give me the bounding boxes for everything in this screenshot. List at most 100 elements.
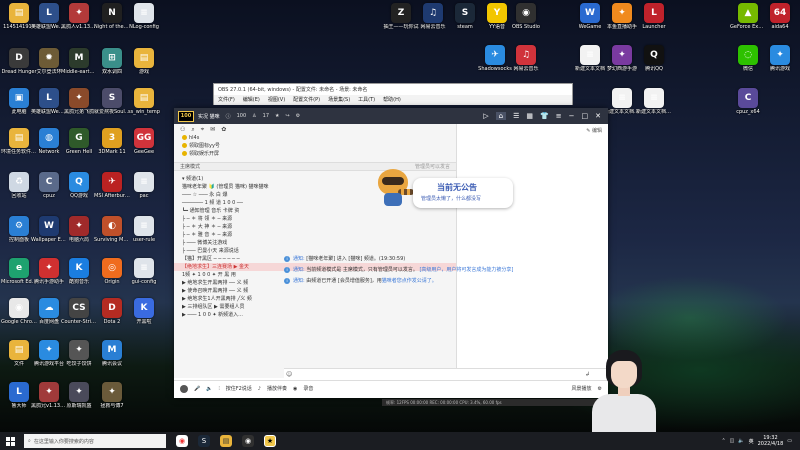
notification-icon[interactable]: ▭ bbox=[787, 438, 792, 444]
tray-expand-icon[interactable]: ⌃ bbox=[721, 438, 725, 444]
desktop-icon[interactable]: K 酷狗音乐 bbox=[61, 258, 97, 285]
desktop-icon[interactable]: ≡ pac bbox=[126, 172, 162, 199]
desktop-icon[interactable]: ♫ 网易云音乐 bbox=[415, 3, 451, 30]
list-icon[interactable]: ☰ bbox=[513, 112, 519, 120]
user-icon[interactable]: ⚇ bbox=[180, 126, 185, 133]
menu-icon[interactable]: ≡ bbox=[556, 112, 562, 120]
channel-item[interactable]: ├ ─── 微博关注游戏 bbox=[174, 239, 456, 247]
obs-taskbar-icon[interactable]: ◉ bbox=[242, 435, 254, 447]
network-icon[interactable]: ◫ bbox=[730, 438, 735, 444]
explorer-taskbar-icon[interactable]: ▤ bbox=[220, 435, 232, 447]
desktop-icon[interactable]: GG GeeGee bbox=[126, 128, 162, 155]
desktop-icon[interactable]: ≡ NLog-config bbox=[126, 3, 162, 30]
desktop-icon[interactable]: ◌ 微信 bbox=[730, 45, 766, 72]
tiles-icon[interactable]: ▦ bbox=[526, 112, 533, 120]
desktop-icon[interactable]: M 腾讯会议 bbox=[94, 340, 130, 367]
obs-menu-profile[interactable]: 配置文件(P) bbox=[293, 96, 320, 104]
avatar[interactable] bbox=[180, 384, 188, 393]
desktop-icon[interactable]: ✦ 梦幻西游手游 bbox=[604, 45, 640, 72]
record-icon[interactable]: ◉ bbox=[293, 386, 297, 392]
desktop-icon[interactable]: MMiddle-earth Shadow o... bbox=[61, 48, 97, 75]
push-to-talk-button[interactable]: 按住F2说话 bbox=[226, 385, 252, 392]
desktop-icon[interactable]: ≡ 新建文本文档 bbox=[572, 45, 608, 72]
music-icon[interactable]: ♪ bbox=[258, 386, 261, 392]
taskbar-search[interactable]: ⌕ 在这里输入你要搜索的内容 bbox=[24, 434, 166, 448]
chrome-taskbar-icon[interactable]: ◉ bbox=[176, 435, 188, 447]
home-icon[interactable]: ⌂ bbox=[495, 112, 507, 120]
notice-item[interactable]: 领取图标yy号 bbox=[174, 142, 456, 150]
desktop-icon[interactable]: ◉ OBS Studio bbox=[508, 3, 544, 30]
desktop-icon[interactable]: ⊞ 双水调四 bbox=[94, 48, 130, 75]
search-icon[interactable]: ⌕ bbox=[191, 126, 194, 133]
chat-icon[interactable]: ✉ bbox=[210, 126, 215, 133]
channel-item[interactable]: ▶ 使命召唤开黑两排 ── 义 频 bbox=[174, 287, 456, 295]
play-accompaniment-button[interactable]: 播放伴奏 bbox=[267, 385, 287, 392]
location-icon[interactable]: ⌖ bbox=[201, 126, 204, 133]
mode-label[interactable]: 主席模式 bbox=[180, 163, 200, 170]
desktop-icon[interactable]: ≡ 新建文本文档(2) bbox=[604, 88, 640, 115]
channel-item[interactable]: ├ ─ ＊ 将 领 ＊ ─ 来源 bbox=[174, 215, 456, 223]
desktop-icon[interactable]: Z 抽王——玩你试 bbox=[383, 3, 419, 30]
volume-icon[interactable]: 🔈 bbox=[738, 438, 744, 444]
desktop-icon[interactable]: ♫ 网易云音乐 bbox=[508, 45, 544, 72]
desktop-icon[interactable]: ▤ ss_win_temp bbox=[126, 88, 162, 115]
desktop-icon[interactable]: ✦ 拯救与傅7 bbox=[94, 382, 130, 409]
maximize-icon[interactable]: □ bbox=[582, 112, 589, 120]
message-input[interactable]: ☺ ↲ bbox=[284, 368, 606, 380]
desktop-icon[interactable]: 3 3DMark 11 bbox=[94, 128, 130, 155]
star-icon[interactable]: ★ bbox=[275, 113, 279, 119]
settings-icon[interactable]: ⚙ bbox=[296, 113, 300, 119]
obs-menu-file[interactable]: 文件(F) bbox=[218, 96, 235, 104]
notice-item[interactable]: 领取娱乐开屏 bbox=[174, 150, 456, 158]
channel-item[interactable]: ┗━ 通知管理 音乐 卡牌 资 bbox=[174, 207, 456, 215]
mixer-icon[interactable]: ⫶ bbox=[218, 386, 219, 392]
channel-item[interactable]: ├ ─ ＊ 雅 音 ＊ ─ 来源 bbox=[174, 231, 456, 239]
record-button[interactable]: 录音 bbox=[303, 385, 313, 392]
close-icon[interactable]: ✕ bbox=[595, 112, 601, 120]
obs-window[interactable]: OBS 27.0.1 (64-bit, windows) - 配置文件: 未命名… bbox=[213, 83, 573, 105]
gift-icon[interactable]: ✿ bbox=[221, 126, 226, 133]
desktop-icon[interactable]: NNight of the Dead bbox=[94, 3, 130, 30]
start-button[interactable] bbox=[6, 436, 15, 446]
channel-item[interactable]: ├ ─── 巴曼小天 来源说话 bbox=[174, 247, 456, 255]
minimize-icon[interactable]: − bbox=[569, 112, 575, 120]
share-icon[interactable]: ↪ bbox=[286, 113, 290, 119]
desktop-icon[interactable]: Q 腾讯QQ bbox=[636, 45, 672, 72]
shirt-icon[interactable]: 👕 bbox=[540, 112, 549, 120]
mic-icon[interactable]: 🎤 bbox=[194, 386, 200, 392]
desktop-icon[interactable]: Ccpuz_x64 bbox=[730, 88, 766, 115]
obs-menu-tools[interactable]: 工具(T) bbox=[358, 96, 375, 104]
steam-taskbar-icon[interactable]: S bbox=[198, 435, 210, 447]
desktop-icon[interactable]: L Launcher bbox=[636, 3, 672, 30]
desktop-icon[interactable]: ✦ 腾讯游戏 bbox=[762, 45, 798, 72]
obs-menu-view[interactable]: 视图(V) bbox=[268, 96, 285, 104]
desktop-icon[interactable]: CSCounter-Strike Global Of... bbox=[61, 298, 97, 325]
desktop-icon[interactable]: D Dota 2 bbox=[94, 298, 130, 325]
desktop-icon[interactable]: G Green Hell bbox=[61, 128, 97, 155]
video-icon[interactable]: ▷ bbox=[483, 112, 488, 120]
desktop-icon[interactable]: ✦ 黑鸽兄弟飞鸽 bbox=[61, 88, 97, 115]
language-indicator[interactable]: 英 bbox=[749, 438, 754, 445]
desktop-icon[interactable]: K 开黑啦 bbox=[126, 298, 162, 325]
clock[interactable]: 19:32 2022/4/18 bbox=[758, 435, 784, 447]
desktop-icon[interactable]: W WeGame bbox=[572, 3, 608, 30]
channel-item[interactable]: ▶ ─── 1 0 0 ✦ 新频道入... bbox=[174, 311, 456, 319]
channel-item[interactable]: ▶ 绝地求生1人开黑两排 ╱义 频 bbox=[174, 295, 456, 303]
desktop-icon[interactable]: 64 aida64 bbox=[762, 3, 798, 30]
desktop-icon[interactable]: S就爱熬夜Soul O... bbox=[94, 88, 130, 115]
desktop-icon[interactable]: ✈ MSI Afterburner bbox=[94, 172, 130, 199]
desktop-icon[interactable]: ◎ Origin bbox=[94, 258, 130, 285]
desktop-icon[interactable]: ✦黑鸽人v1.13烙逢繁口岛 bbox=[61, 3, 97, 30]
obs-menu-scene-collection[interactable]: 场景集(S) bbox=[328, 96, 350, 104]
desktop-icon[interactable]: ◐ Surviving Mars bbox=[94, 216, 130, 243]
channel-item[interactable]: ▶ 三排组队区 ▶ 需要组人员 bbox=[174, 303, 456, 311]
channel-item[interactable]: ├ ─ ＊ 大 神 ＊ ─ 来源 bbox=[174, 223, 456, 231]
obs-menu-help[interactable]: 帮助(H) bbox=[383, 96, 401, 104]
notice-item[interactable]: hl4s bbox=[174, 134, 456, 142]
desktop-icon[interactable]: ▲GeForce Experience bbox=[730, 3, 766, 30]
voice-app-taskbar-icon[interactable]: ★ bbox=[264, 435, 276, 447]
desktop-icon[interactable]: ✦ 原斯瑞凯盔 bbox=[61, 382, 97, 409]
edit-button[interactable]: ✎ 编辑 bbox=[586, 127, 602, 134]
speaker-icon[interactable]: 🔈 bbox=[206, 386, 212, 392]
desktop-icon[interactable]: ≡ user-rule bbox=[126, 216, 162, 243]
